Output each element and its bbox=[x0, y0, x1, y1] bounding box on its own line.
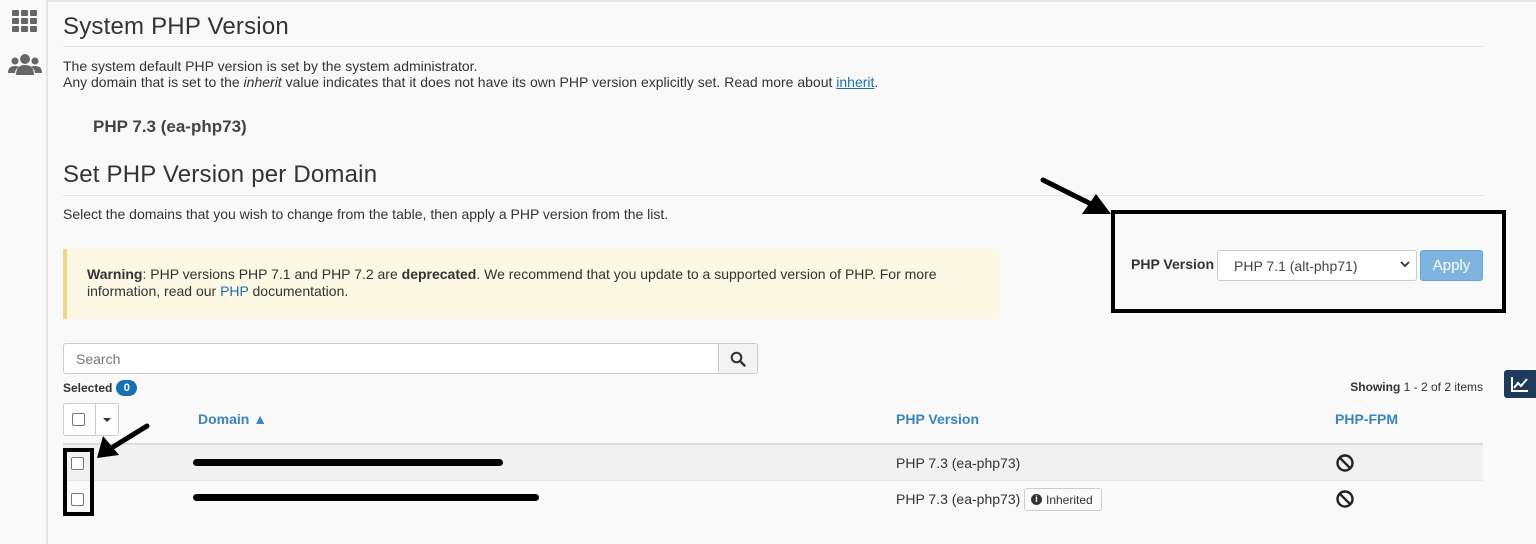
column-domain[interactable]: Domain ▲ bbox=[198, 411, 267, 427]
deprecation-warning: Warning: PHP versions PHP 7.1 and PHP 7.… bbox=[63, 249, 999, 319]
annotation-box bbox=[63, 448, 94, 516]
search-icon bbox=[730, 351, 746, 367]
divider bbox=[63, 46, 1483, 47]
php-version-cell: PHP 7.3 (ea-php73) bbox=[896, 455, 1021, 471]
info-icon: i bbox=[1031, 494, 1042, 505]
php-version-cell: PHP 7.3 (ea-php73) bbox=[896, 491, 1021, 507]
pagination-info: Showing 1 - 2 of 2 items bbox=[1350, 380, 1483, 394]
redaction-mark bbox=[193, 494, 539, 501]
php-docs-link[interactable]: PHP bbox=[220, 283, 249, 299]
per-domain-desc: Select the domains that you wish to chan… bbox=[63, 206, 669, 222]
disabled-icon bbox=[1336, 454, 1354, 472]
inherit-link[interactable]: inherit bbox=[836, 74, 874, 90]
select-all-checkbox[interactable] bbox=[72, 413, 85, 426]
chart-line-icon bbox=[1511, 377, 1528, 392]
divider bbox=[63, 195, 1483, 196]
disabled-icon bbox=[1336, 490, 1354, 508]
apply-button[interactable]: Apply bbox=[1420, 250, 1483, 281]
chevron-down-icon bbox=[1400, 261, 1410, 268]
system-desc-line2: Any domain that is set to the inherit va… bbox=[63, 74, 879, 90]
users-icon[interactable] bbox=[8, 50, 42, 80]
per-domain-title: Set PHP Version per Domain bbox=[63, 161, 378, 188]
php-version-label: PHP Version bbox=[1131, 256, 1215, 272]
system-desc-line1: The system default PHP version is set by… bbox=[63, 58, 478, 74]
system-default-version: PHP 7.3 (ea-php73) bbox=[93, 117, 247, 136]
caret-down-icon[interactable] bbox=[103, 418, 111, 422]
top-border bbox=[48, 0, 1536, 2]
search-bar bbox=[63, 343, 758, 374]
left-rail bbox=[0, 0, 48, 544]
grid-icon[interactable] bbox=[8, 6, 42, 36]
column-php-fpm[interactable]: PHP-FPM bbox=[1335, 411, 1398, 427]
php-version-select[interactable]: PHP 7.1 (alt-php71) bbox=[1217, 250, 1417, 281]
search-input[interactable] bbox=[63, 343, 719, 374]
selected-count: Selected 0 bbox=[63, 380, 138, 396]
table-row: PHP 7.3 (ea-php73) bbox=[63, 445, 1483, 481]
inherit-term: inherit bbox=[243, 74, 282, 90]
search-button[interactable] bbox=[718, 343, 758, 374]
inherited-badge[interactable]: i Inherited bbox=[1024, 488, 1102, 511]
table-row: PHP 7.3 (ea-php73) i Inherited bbox=[63, 481, 1483, 517]
redaction-mark bbox=[193, 459, 503, 466]
column-php-version[interactable]: PHP Version bbox=[896, 411, 979, 427]
bulk-select[interactable] bbox=[63, 403, 119, 436]
system-php-title: System PHP Version bbox=[63, 13, 289, 40]
arrow-right-icon bbox=[1040, 177, 1111, 214]
stats-toggle-button[interactable] bbox=[1504, 370, 1536, 398]
selected-badge: 0 bbox=[116, 380, 138, 396]
